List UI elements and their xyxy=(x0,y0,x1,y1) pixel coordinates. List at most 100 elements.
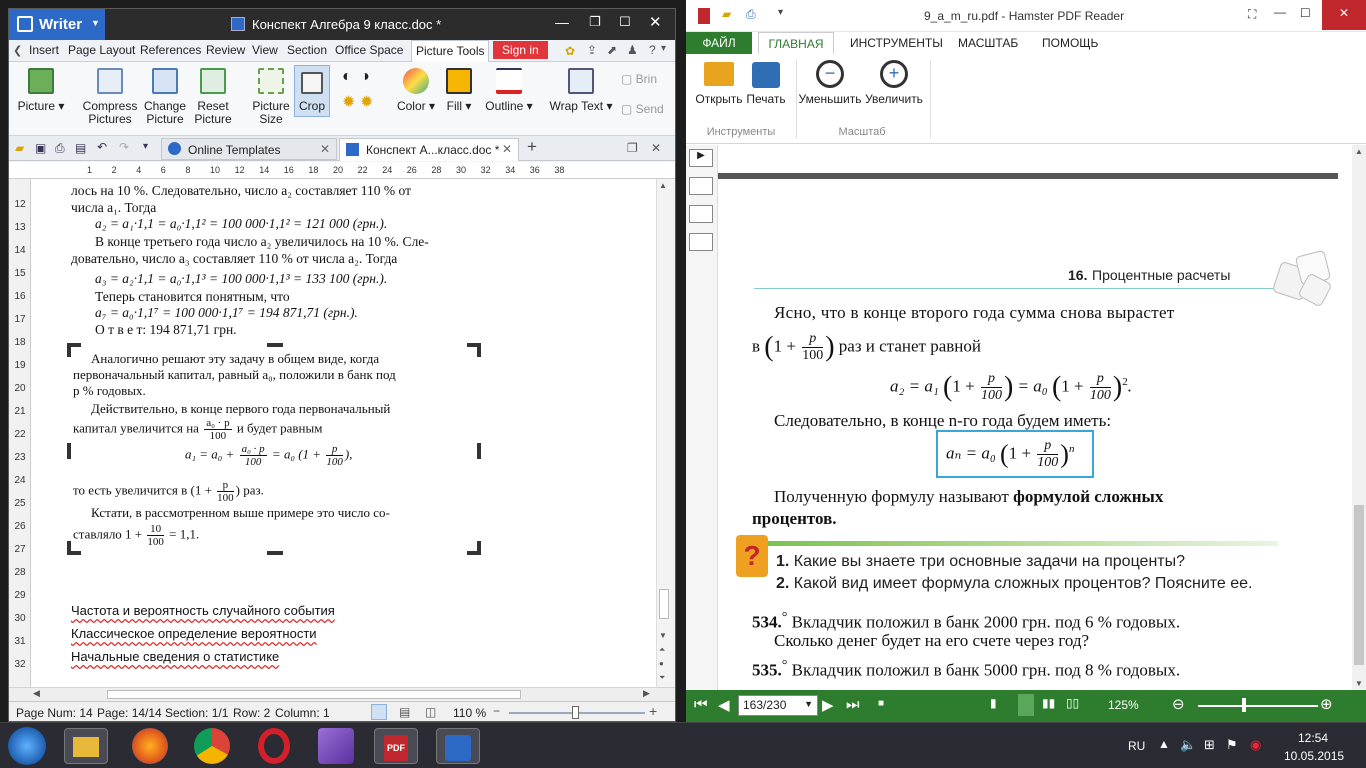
opera-taskbar-icon[interactable] xyxy=(258,728,290,764)
scroll-up-icon[interactable]: ▲ xyxy=(1355,147,1363,156)
user-icon[interactable]: ♟ xyxy=(627,43,638,57)
restore-doc-icon[interactable]: ❐ xyxy=(627,141,638,155)
chevron-down-icon[interactable]: ▼ xyxy=(804,699,813,709)
undo-icon[interactable]: ↶ xyxy=(97,140,107,154)
writer-app-button[interactable]: Writer ▼ xyxy=(9,9,105,40)
facing-pages-icon[interactable]: ▮▮ xyxy=(1042,696,1055,710)
network-icon[interactable]: ⊞ xyxy=(1204,737,1215,753)
customize-icon[interactable]: ▾ xyxy=(778,7,783,18)
save-icon[interactable]: ▣ xyxy=(35,141,46,155)
open-folder-icon[interactable]: ▰ xyxy=(15,141,24,155)
prev-page-icon[interactable]: ⏶ xyxy=(659,645,665,655)
menu-page-layout[interactable]: Page Layout xyxy=(68,43,135,57)
print-preview-icon[interactable]: ▤ xyxy=(75,141,86,155)
chevron-down-icon[interactable]: ▾ xyxy=(661,43,666,54)
scroll-thumb[interactable] xyxy=(659,589,669,619)
select-browse-icon[interactable]: ● xyxy=(659,659,664,668)
fullscreen-icon[interactable]: ⛶ xyxy=(1248,7,1256,22)
scroll-left-icon[interactable]: ◀ xyxy=(33,688,40,699)
doc-link-line[interactable]: Частота и вероятность случайного события xyxy=(71,603,335,618)
document-canvas[interactable]: лось на 10 %. Следовательно, число a₂ со… xyxy=(31,179,656,687)
close-tab-icon[interactable]: ✕ xyxy=(502,142,512,156)
hscroll-thumb[interactable] xyxy=(107,690,521,699)
upload-icon[interactable]: ⇪ xyxy=(587,43,597,57)
pdf-vertical-scrollbar[interactable]: ▲ ▼ xyxy=(1352,145,1366,690)
page-number-input[interactable]: 163/230 ▼ xyxy=(738,695,818,716)
crop-handle[interactable] xyxy=(467,541,481,555)
redo-icon[interactable]: ↷ xyxy=(119,140,129,154)
maximize-icon[interactable]: ☐ xyxy=(1300,6,1311,20)
next-page-icon[interactable]: ▶ xyxy=(822,696,834,714)
zoom-out-button[interactable]: − Уменьшить xyxy=(798,60,862,106)
compress-pictures-button[interactable]: Compress Pictures xyxy=(81,66,139,126)
tab-scale[interactable]: МАСШТАБ xyxy=(958,36,1018,50)
wrap-text-button[interactable]: Wrap Text ▾ xyxy=(549,66,613,113)
crop-handle[interactable] xyxy=(467,343,481,357)
bookmarks-icon[interactable] xyxy=(689,177,713,195)
crop-button[interactable]: Crop xyxy=(294,65,330,117)
zoom-in-icon[interactable]: ⊕ xyxy=(1320,695,1333,713)
help-icon[interactable]: ? xyxy=(649,43,656,57)
outline-view-icon[interactable]: ▤ xyxy=(399,705,410,719)
minimize-icon[interactable]: — xyxy=(1274,5,1286,19)
single-page-icon[interactable]: ▮ xyxy=(990,696,997,710)
expand-panel-icon[interactable]: ▶ xyxy=(689,149,713,167)
next-page-icon[interactable]: ⏷ xyxy=(659,673,665,683)
zoom-out-icon[interactable]: ⊖ xyxy=(1172,695,1185,713)
menu-insert[interactable]: Insert xyxy=(29,43,59,57)
close-doc-icon[interactable]: ✕ xyxy=(651,141,661,155)
minimize-icon[interactable]: — xyxy=(555,14,569,30)
outline-button[interactable]: Outline ▾ xyxy=(479,66,539,113)
chrome-taskbar-icon[interactable] xyxy=(194,728,230,764)
start-button[interactable] xyxy=(8,727,46,765)
send-backward-button[interactable]: ▢ Send xyxy=(621,102,664,116)
zoom-slider-thumb[interactable] xyxy=(1242,698,1246,712)
tab-file[interactable]: ФАЙЛ xyxy=(686,32,752,54)
fill-button[interactable]: Fill ▾ xyxy=(441,66,477,113)
clock-date[interactable]: 10.05.2015 xyxy=(1284,749,1344,763)
selected-picture[interactable]: Аналогично решают эту задачу в общем вид… xyxy=(67,343,481,555)
menu-references[interactable]: References xyxy=(140,43,201,57)
thumbnails-icon[interactable] xyxy=(689,205,713,223)
scroll-down-icon[interactable]: ▼ xyxy=(659,631,667,640)
last-page-icon[interactable]: ⏭ xyxy=(846,696,860,713)
page-view-icon[interactable] xyxy=(371,704,387,720)
crop-handle[interactable] xyxy=(477,443,481,459)
menu-arrow-icon[interactable]: ❮ xyxy=(13,44,22,57)
tab-help[interactable]: ПОМОЩЬ xyxy=(1042,36,1098,50)
open-button[interactable]: Открыть xyxy=(694,62,744,106)
tab-online-templates[interactable]: Online Templates ✕ xyxy=(161,138,337,160)
scroll-up-icon[interactable]: ▲ xyxy=(659,181,667,190)
share-icon[interactable]: ⬈ xyxy=(607,43,617,57)
pdf-page-view[interactable]: 16. Процентные расчеты Ясно, что в конце… xyxy=(718,145,1352,690)
scroll-right-icon[interactable]: ▶ xyxy=(643,688,650,699)
tab-document[interactable]: Конспект А...класс.doc * ✕ xyxy=(339,138,519,161)
crop-handle[interactable] xyxy=(267,343,283,347)
zoom-in-button[interactable]: + Увеличить xyxy=(862,60,926,106)
explorer-taskbar-icon[interactable] xyxy=(64,728,108,764)
language-indicator[interactable]: RU xyxy=(1128,739,1145,753)
pdf-reader-taskbar-icon[interactable]: PDF xyxy=(374,728,418,764)
scroll-thumb[interactable] xyxy=(1354,505,1364,665)
restore-icon[interactable]: ❐ xyxy=(589,14,601,30)
print-quick-icon[interactable]: ⎙ xyxy=(746,7,756,22)
show-hidden-icon[interactable]: ▲ xyxy=(1158,737,1170,751)
prev-page-icon[interactable]: ◀ xyxy=(718,696,730,714)
new-tab-icon[interactable]: + xyxy=(527,137,537,157)
skin-icon[interactable]: ✿ xyxy=(565,44,575,58)
zoom-slider-thumb[interactable] xyxy=(572,706,579,719)
maximize-icon[interactable]: ☐ xyxy=(619,14,631,30)
menu-view[interactable]: View xyxy=(252,43,278,57)
firefox-taskbar-icon[interactable] xyxy=(132,728,168,764)
doc-link-line[interactable]: Классическое определение вероятности xyxy=(71,626,317,641)
crop-handle[interactable] xyxy=(67,443,71,459)
web-view-icon[interactable]: ◫ xyxy=(425,705,436,719)
sign-in-button[interactable]: Sign in xyxy=(493,41,548,59)
picture-button[interactable]: Picture ▾ xyxy=(15,66,67,113)
print-button[interactable]: Печать xyxy=(744,62,788,106)
continuous-page-icon[interactable] xyxy=(1018,694,1034,716)
bring-forward-button[interactable]: ▢ Brin xyxy=(621,72,657,86)
horizontal-scrollbar[interactable]: ◀ ▶ xyxy=(9,687,675,701)
brightness-contrast-group[interactable]: ◐ ◑ ✹ ✹ xyxy=(342,68,378,114)
first-page-icon[interactable]: ⏮ xyxy=(694,696,708,713)
